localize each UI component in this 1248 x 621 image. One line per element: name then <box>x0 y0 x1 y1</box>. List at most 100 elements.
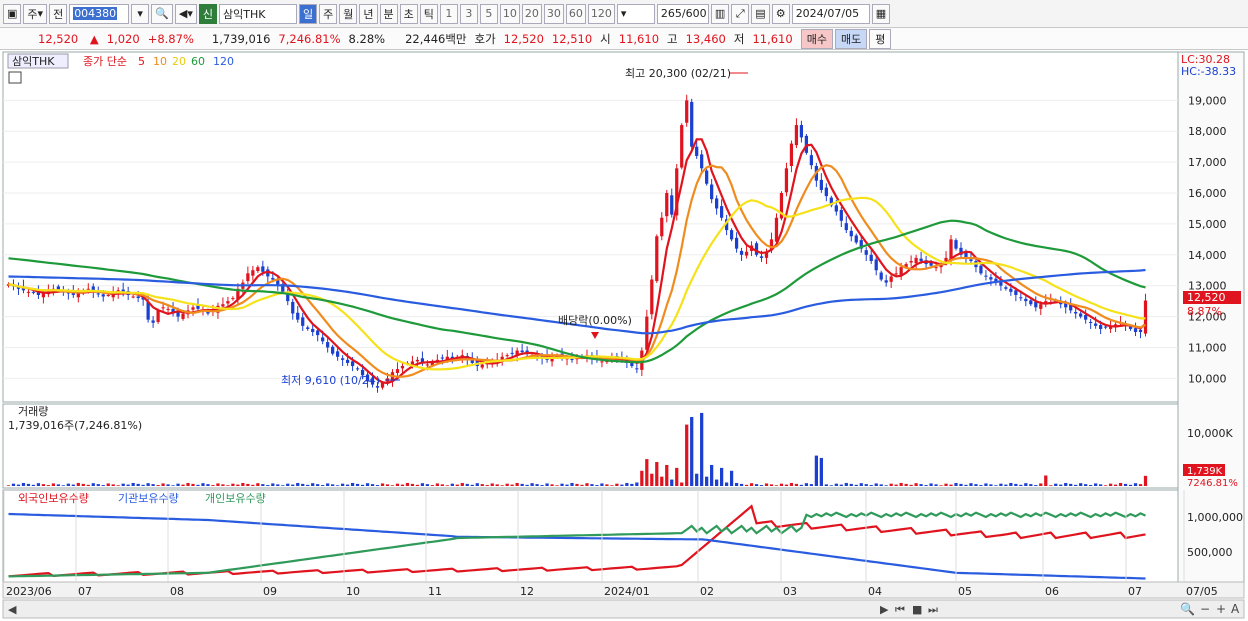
volume-bar <box>610 485 614 486</box>
volume-bar <box>236 484 240 486</box>
candle-body <box>1079 313 1083 317</box>
interval-120[interactable]: 120 <box>587 3 615 24</box>
holdings-tick-1m: 1,000,000 <box>1187 511 1243 524</box>
code-input[interactable]: 004380 <box>69 3 130 24</box>
volume-bar <box>211 485 215 486</box>
date-input[interactable]: 2024/07/05 <box>791 3 870 24</box>
scroll-right-icon[interactable]: ▶ <box>880 603 889 616</box>
buy-button[interactable]: 매수 <box>800 28 833 49</box>
zoom-in-icon[interactable]: + <box>1216 602 1226 616</box>
stock-name-field[interactable]: 삼익THK <box>219 3 297 24</box>
candle-body <box>570 359 574 361</box>
avg-button[interactable]: 평 <box>869 28 892 49</box>
code-dropdown-icon[interactable]: ▾ <box>131 3 150 24</box>
volume-bar <box>106 483 110 486</box>
last-pct-text: 8.87% <box>1187 305 1222 318</box>
search-icon[interactable]: 🔍 <box>151 3 173 24</box>
stop-icon[interactable]: ■ <box>912 603 922 616</box>
interval-10[interactable]: 10 <box>499 3 520 24</box>
volume-bar <box>41 484 46 486</box>
candle-body <box>336 351 340 357</box>
volume-bar <box>61 485 65 486</box>
x-tick-label: 2024/01 <box>604 585 650 598</box>
volume-bar <box>440 484 444 486</box>
volume-bar <box>994 485 998 486</box>
period-day[interactable]: 일 <box>299 3 318 24</box>
candle-body <box>26 291 31 293</box>
volume-bar <box>1024 483 1028 486</box>
bid-ask-label: 호가 <box>474 31 496 46</box>
save-icon[interactable]: ▤ <box>751 3 770 24</box>
candle-body <box>809 155 814 166</box>
interval-5[interactable]: 5 <box>479 3 498 24</box>
volume-bar <box>71 484 75 486</box>
volume-bar <box>355 483 360 486</box>
volume-bar <box>56 484 60 486</box>
prev-button[interactable]: 전 <box>49 3 68 24</box>
volume-bar <box>575 483 579 486</box>
mode-select[interactable]: 주 ▾ <box>23 3 48 24</box>
volume-bar <box>809 484 814 486</box>
volume-bar <box>635 482 639 486</box>
interval-3[interactable]: 3 <box>459 3 478 24</box>
compare-icon[interactable]: ⤢ <box>731 3 750 24</box>
volume-title: 거래량 <box>18 405 48 418</box>
period-second[interactable]: 초 <box>399 3 418 24</box>
candle-body <box>969 259 973 261</box>
candle-body <box>301 317 305 326</box>
scroll-bar[interactable] <box>2 599 1245 619</box>
candle-body <box>380 383 385 388</box>
volume-bar <box>944 483 948 486</box>
calendar-icon[interactable]: ▦ <box>871 3 891 24</box>
candle-body <box>889 276 893 282</box>
font-size-icon[interactable]: A <box>1231 602 1240 616</box>
zoom-out-icon[interactable]: − <box>1200 602 1210 616</box>
high-price: 13,460 <box>685 31 726 46</box>
chart-area[interactable]: 10,00011,00012,00013,00014,00015,00016,0… <box>0 50 1248 621</box>
volume-bar <box>989 484 993 486</box>
volume-bar <box>1113 484 1118 486</box>
volume-bar <box>615 483 619 486</box>
table-icon[interactable] <box>8 71 22 84</box>
volume-bar <box>734 482 739 486</box>
volume-bar <box>291 484 295 486</box>
interval-60[interactable]: 60 <box>565 3 586 24</box>
period-week[interactable]: 주 <box>319 3 338 24</box>
interval-20[interactable]: 20 <box>521 3 542 24</box>
interval-1[interactable]: 1 <box>439 3 458 24</box>
price-panel <box>2 51 1179 403</box>
window-icon[interactable]: ▣ <box>3 3 22 24</box>
gear-icon[interactable]: ⚙ <box>771 3 790 24</box>
zoom-icon[interactable]: 🔍 <box>1180 601 1195 616</box>
period-month[interactable]: 월 <box>339 3 358 24</box>
individual-legend: 개인보유수량 <box>205 492 266 505</box>
period-minute[interactable]: 분 <box>379 3 398 24</box>
volume-bar <box>11 483 16 486</box>
interval-custom-input[interactable]: ▾ <box>616 3 655 24</box>
low-label: 저 <box>733 31 745 46</box>
low-annotation: 최저 9,610 (10/24) <box>281 374 380 387</box>
forward-icon[interactable]: ⏭ <box>928 603 938 616</box>
candle-body <box>839 210 843 221</box>
volume-bar <box>700 412 704 486</box>
speaker-icon[interactable]: ◀▾ <box>174 3 197 24</box>
rewind-icon[interactable]: ⏮ <box>895 603 905 616</box>
volume-bar <box>754 484 759 486</box>
candle-body <box>834 205 838 212</box>
chart-type-icon[interactable]: ▥ <box>710 3 730 24</box>
volume-bar <box>176 483 180 486</box>
volume-bar <box>221 484 225 486</box>
volume-bar <box>261 484 265 486</box>
interval-30[interactable]: 30 <box>543 3 564 24</box>
period-year[interactable]: 년 <box>359 3 378 24</box>
sell-button[interactable]: 매도 <box>834 28 868 49</box>
period-tick[interactable]: 틱 <box>419 3 438 24</box>
y-tick-label: 17,000 <box>1188 156 1227 169</box>
scroll-left-icon[interactable]: ◀ <box>8 603 17 616</box>
count-input[interactable]: 265/600 <box>656 3 709 24</box>
volume-bar <box>246 483 250 486</box>
volume-bar <box>425 484 430 486</box>
volume-bar <box>894 484 898 486</box>
volume-bar <box>585 483 589 486</box>
volume-bar <box>605 484 609 486</box>
